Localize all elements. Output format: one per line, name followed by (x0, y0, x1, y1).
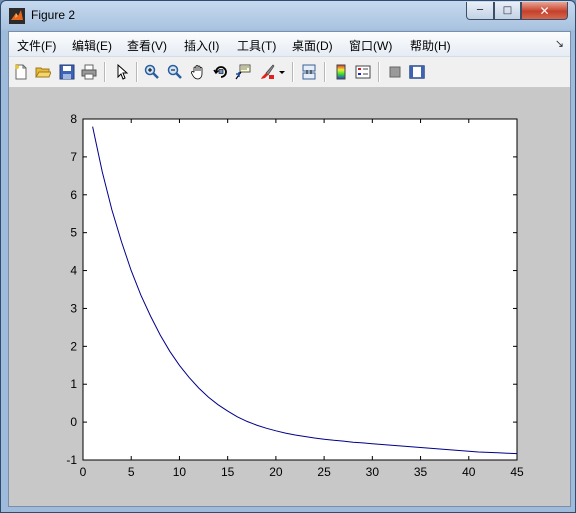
y-tick-label: 3 (70, 301, 77, 315)
colorbar-button[interactable] (331, 62, 351, 82)
y-tick-label: 1 (70, 377, 77, 391)
menu-view[interactable]: 查看(V) (127, 37, 167, 54)
figure-canvas: 0 5 10 15 20 25 30 35 40 45 -1 0 1 2 3 4 5 6 7 8 (9, 88, 570, 506)
x-tick-label: 25 (317, 465, 331, 479)
hide-plot-tools-icon (389, 66, 401, 78)
axes-background[interactable] (82, 118, 518, 461)
x-tick-label: 40 (462, 465, 476, 479)
link-plot-icon (302, 64, 316, 80)
show-plot-tools-icon (409, 65, 425, 79)
link-plot-button[interactable] (299, 62, 319, 82)
menu-help[interactable]: 帮助(H) (410, 37, 451, 54)
data-cursor-icon (235, 64, 251, 80)
y-tick-label: 2 (70, 339, 77, 353)
edit-plot-button[interactable] (112, 62, 132, 82)
y-tick-label: 0 (70, 415, 77, 429)
toolbar-separator (378, 62, 380, 82)
edit-plot-arrow-icon (117, 64, 129, 80)
zoom-out-button[interactable] (165, 62, 185, 82)
rotate-3d-icon (213, 66, 227, 78)
menu-desktop[interactable]: 桌面(D) (292, 37, 333, 54)
matlab-app-icon (9, 8, 25, 24)
x-tick-label: 5 (128, 465, 135, 479)
window-title: Figure 2 (31, 8, 76, 22)
y-tick-labels: -1 0 1 2 3 4 5 6 7 8 (66, 112, 77, 467)
new-figure-button[interactable] (11, 62, 31, 82)
close-icon: ✕ (539, 3, 550, 18)
minimize-icon: ─ (476, 5, 484, 16)
figure-toolbar (9, 57, 570, 88)
save-icon (59, 64, 75, 80)
y-tick-label: -1 (66, 453, 77, 467)
x-tick-label: 0 (80, 465, 87, 479)
save-button[interactable] (57, 62, 77, 82)
x-tick-label: 45 (510, 465, 524, 479)
toolbar-separator (292, 62, 294, 82)
open-file-icon (35, 67, 51, 78)
zoom-out-icon (167, 64, 182, 79)
client-area: 文件(F) 编辑(E) 查看(V) 插入(I) 工具(T) 桌面(D) 窗口(W… (8, 31, 571, 507)
pan-button[interactable] (188, 62, 208, 82)
close-button[interactable]: ✕ (521, 2, 568, 20)
toolbar-separator (104, 62, 106, 82)
x-tick-labels: 0 5 10 15 20 25 30 35 40 45 (80, 465, 524, 479)
menu-edit[interactable]: 编辑(E) (72, 37, 112, 54)
brush-dropdown-button[interactable] (277, 62, 287, 82)
plot-svg: 0 5 10 15 20 25 30 35 40 45 -1012345678 (66, 112, 524, 479)
y-tick-label: 8 (70, 112, 77, 126)
y-tick-label: 4 (70, 264, 77, 278)
data-cursor-button[interactable] (233, 62, 253, 82)
x-tick-label: 20 (269, 465, 283, 479)
print-button[interactable] (79, 62, 99, 82)
x-tick-label: 10 (173, 465, 187, 479)
zoom-in-icon (144, 64, 159, 79)
zoom-in-button[interactable] (142, 62, 162, 82)
show-plot-tools-button[interactable] (407, 62, 427, 82)
menu-window[interactable]: 窗口(W) (349, 37, 392, 54)
title-bar[interactable]: Figure 2 ─ □ ✕ (1, 1, 575, 31)
pan-hand-icon (191, 65, 203, 80)
open-file-button[interactable] (33, 62, 53, 82)
y-tick-label: 5 (70, 226, 77, 240)
x-tick-label: 30 (366, 465, 380, 479)
brush-icon (261, 64, 275, 79)
toolbar-separator (324, 62, 326, 82)
maximize-icon: □ (502, 5, 513, 16)
legend-icon (355, 65, 371, 79)
rotate-3d-button[interactable] (211, 62, 231, 82)
minimize-button[interactable]: ─ (466, 2, 494, 20)
menu-file[interactable]: 文件(F) (17, 37, 56, 54)
y-tick-label: 7 (70, 150, 77, 164)
hide-plot-tools-button[interactable] (385, 62, 405, 82)
menu-insert[interactable]: 插入(I) (184, 37, 219, 54)
toolbar-separator (136, 62, 138, 82)
new-figure-icon (15, 64, 27, 80)
menu-bar: 文件(F) 编辑(E) 查看(V) 插入(I) 工具(T) 桌面(D) 窗口(W… (9, 32, 570, 57)
y-tick-label: 6 (70, 188, 77, 202)
x-tick-label: 35 (414, 465, 428, 479)
legend-button[interactable] (353, 62, 373, 82)
dock-arrow-icon[interactable]: ↘ (555, 37, 564, 50)
maximize-button[interactable]: □ (494, 2, 521, 20)
figure-window: Figure 2 ─ □ ✕ 文件(F) 编辑(E) 查看(V) 插入(I) 工… (0, 0, 576, 513)
x-tick-label: 15 (221, 465, 235, 479)
brush-button[interactable] (257, 62, 277, 82)
menu-tools[interactable]: 工具(T) (237, 37, 276, 54)
brush-dropdown-icon (279, 71, 285, 74)
colorbar-icon (336, 64, 346, 80)
print-icon (81, 64, 97, 80)
